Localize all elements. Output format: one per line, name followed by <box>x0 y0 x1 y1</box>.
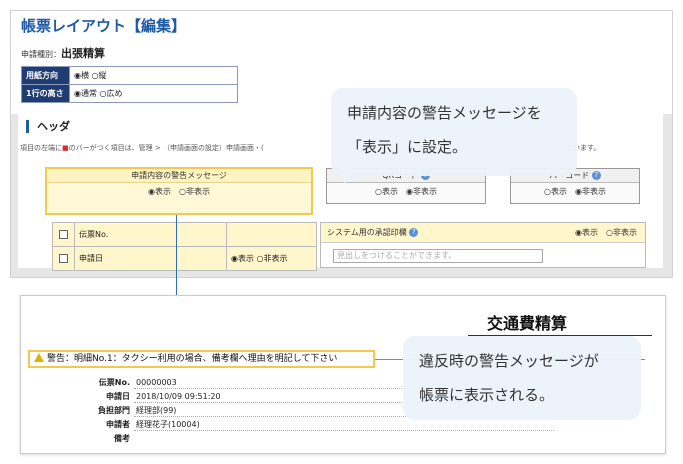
row-height-radio[interactable]: ◉通常 ○広め <box>69 84 238 103</box>
document-title: 交通費精算 <box>487 314 568 333</box>
application-type-value: 出張精算 <box>61 47 105 60</box>
orientation-radio[interactable]: ◉横 ○縦 <box>69 66 238 85</box>
list-item: 申請日 2018/10/09 09:51:20 <box>60 390 554 404</box>
table-row: 伝票No. <box>52 222 317 247</box>
stamp-option-title: システム用の承認印欄 <box>327 228 407 237</box>
red-bar-marker: ■ <box>62 144 69 152</box>
table-row: 申請日 ◉表示 ○非表示 <box>52 246 317 271</box>
page-title: 帳票レイアウト【編集】 <box>21 17 187 35</box>
list-item: 負担部門 経理部(99) <box>60 404 554 418</box>
callout-top-line2: 「表示」に設定。 <box>347 138 468 156</box>
info-key: 負担部門 <box>98 406 130 415</box>
info-key: 備考 <box>114 434 130 443</box>
help-icon[interactable]: ? <box>409 228 419 237</box>
info-key: 申請者 <box>106 420 130 429</box>
stamp-option-header: システム用の承認印欄 ? ◉表示 ○非表示 <box>321 223 645 243</box>
callout-bottom-line1: 違反時の警告メッセージが <box>419 352 599 370</box>
field-name: 伝票No. <box>74 222 227 247</box>
field-name: 申請日 <box>74 246 227 271</box>
field-visibility-radio[interactable] <box>226 222 317 247</box>
setting-label: 用紙方向 <box>21 66 70 85</box>
stamp-heading-input[interactable]: 見出しをつけることができます。 <box>333 249 543 263</box>
callout-bottom: 違反時の警告メッセージが 帳票に表示される。 <box>403 336 641 420</box>
paper-settings-table: 用紙方向 ◉横 ○縦 1行の高さ ◉通常 ○広め <box>21 66 238 103</box>
list-item: 伝票No. 00000003 <box>60 376 554 390</box>
section-title: ヘッダ <box>26 120 70 133</box>
desc-body: のバーがつく項目は、管理 > （申請画面の設定）申請画面・( <box>68 144 264 152</box>
field-checkbox[interactable] <box>59 254 68 263</box>
warning-option-radio[interactable]: ◉表示 ○非表示 <box>47 183 311 201</box>
table-row: 用紙方向 ◉横 ○縦 <box>21 66 238 85</box>
list-item: 申請者 経理花子(10004) <box>60 418 554 432</box>
field-checkbox[interactable] <box>59 230 68 239</box>
info-key: 申請日 <box>106 392 130 401</box>
help-icon[interactable]: ? <box>591 171 601 180</box>
list-item: 備考 <box>60 432 221 446</box>
barcode-option-radio[interactable]: ○表示 ◉非表示 <box>511 183 639 201</box>
warning-option-title: 申請内容の警告メッセージ <box>47 169 311 183</box>
field-visibility-radio[interactable]: ◉表示 ○非表示 <box>226 246 317 271</box>
warning-icon <box>34 353 44 362</box>
callout-top: 申請内容の警告メッセージを 「表示」に設定。 <box>331 88 577 176</box>
warning-message-text: 警告：明細No.1：タクシー利用の場合、備考欄へ理由を明記して下さい <box>47 354 338 364</box>
section-description: 項目の左端に■のバーがつく項目は、管理 > （申請画面の設定）申請画面・( <box>20 143 264 153</box>
callout-bottom-line2: 帳票に表示される。 <box>419 386 555 404</box>
approval-stamp-option: システム用の承認印欄 ? ◉表示 ○非表示 見出しをつけることができます。 <box>320 222 646 268</box>
application-type: 申請種別：出張精算 <box>21 45 105 61</box>
setting-label: 1行の高さ <box>21 84 70 103</box>
callout-top-line1: 申請内容の警告メッセージを <box>347 104 542 122</box>
warning-message-banner: 警告：明細No.1：タクシー利用の場合、備考欄へ理由を明記して下さい <box>28 350 375 368</box>
document-info-list: 伝票No. 00000003 申請日 2018/10/09 09:51:20 負担部… <box>60 376 554 446</box>
stamp-visibility-radio[interactable]: ◉表示 ○非表示 <box>575 223 637 243</box>
header-field-table: 伝票No. 申請日 ◉表示 ○非表示 <box>52 222 317 271</box>
table-row: 1行の高さ ◉通常 ○広め <box>21 84 238 103</box>
info-key: 伝票No. <box>98 378 130 387</box>
application-type-label: 申請種別： <box>21 50 61 59</box>
desc-prefix: 項目の左端に <box>20 144 62 152</box>
warning-message-option: 申請内容の警告メッセージ ◉表示 ○非表示 <box>45 167 313 215</box>
